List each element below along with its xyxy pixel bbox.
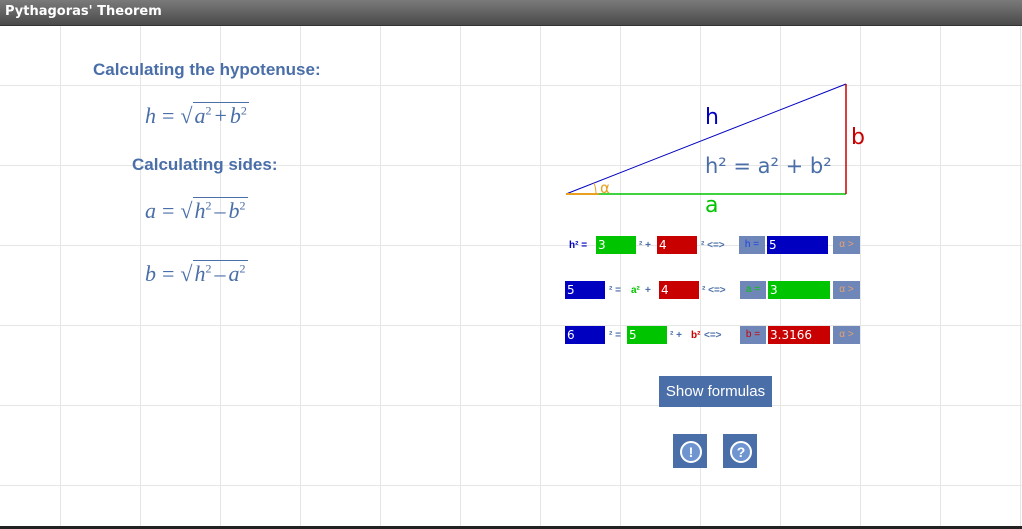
row1-b-input[interactable]: 4	[657, 236, 697, 254]
info-icon: !	[680, 441, 702, 463]
row2-angle-button[interactable]: α >	[833, 281, 860, 299]
row2-h-input[interactable]: 5	[565, 281, 605, 299]
row1-h-label: h =	[739, 236, 765, 254]
row1-h-result[interactable]: 5	[767, 236, 828, 254]
triangle-diagram: h b a α h² = a² + b²	[565, 83, 865, 218]
triangle-equation: h² = a² + b²	[705, 154, 832, 178]
show-formulas-button[interactable]: Show formulas	[659, 376, 772, 407]
row1-a-input[interactable]: 3	[596, 236, 636, 254]
angle-arc	[593, 182, 597, 195]
label-a: a	[705, 193, 718, 218]
row3-b-result[interactable]: 3.3166	[768, 326, 830, 344]
label-h: h	[705, 105, 719, 130]
row2-b-input[interactable]: 4	[659, 281, 699, 299]
row3-b-label: b =	[740, 326, 766, 344]
row3-angle-button[interactable]: α >	[833, 326, 860, 344]
row2-a-label: a =	[740, 281, 766, 299]
row1-angle-button[interactable]: α >	[833, 236, 860, 254]
info-button[interactable]: !	[673, 434, 707, 468]
label-b: b	[851, 125, 865, 150]
help-icon: ?	[730, 441, 752, 463]
label-alpha: α	[600, 179, 610, 197]
row3-a-input[interactable]: 5	[627, 326, 667, 344]
help-button[interactable]: ?	[723, 434, 757, 468]
row3-h-input[interactable]: 6	[565, 326, 605, 344]
row2-a-result[interactable]: 3	[768, 281, 830, 299]
